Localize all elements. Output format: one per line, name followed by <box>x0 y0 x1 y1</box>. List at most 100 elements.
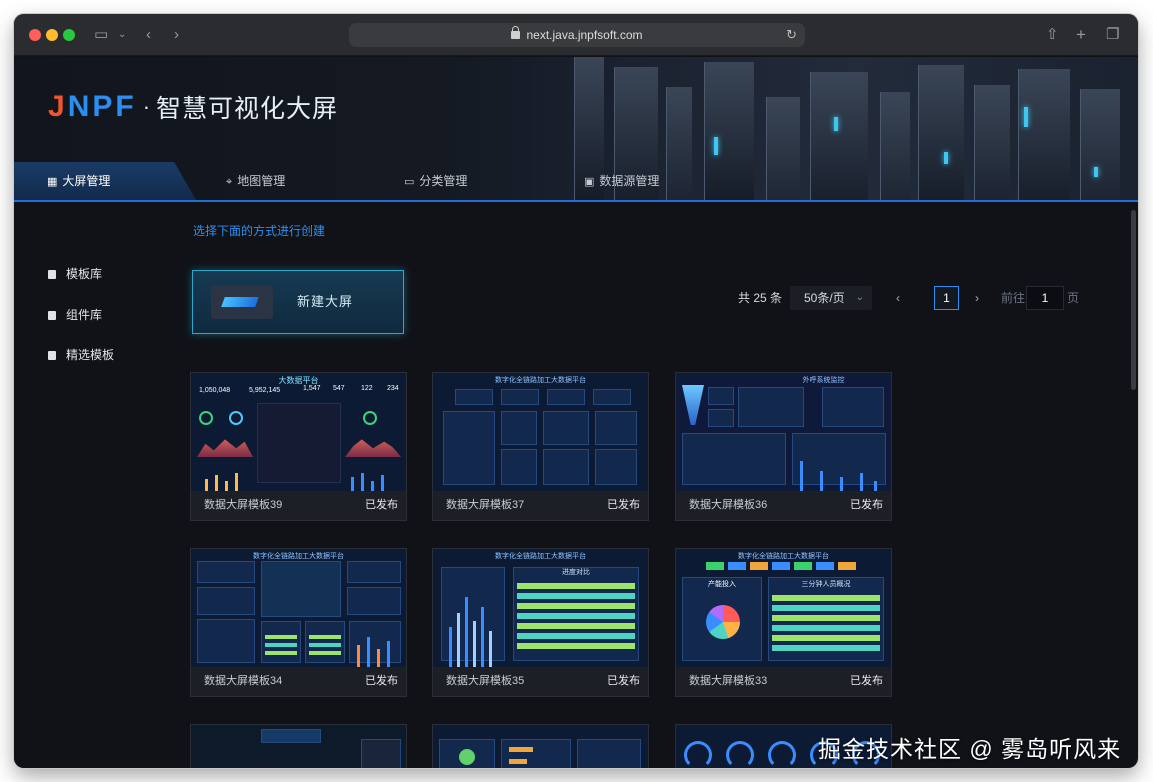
tab-datasource-management[interactable]: ▣ 数据源管理 <box>584 162 659 200</box>
bar-mark <box>465 597 468 667</box>
tab-map-management[interactable]: ⌖ 地图管理 <box>226 162 285 200</box>
template-thumbnail: 大数据平台 1,050,048 5,952,145 1,547 547 122 … <box>191 373 406 491</box>
template-thumbnail: 数字化全链路加工大数据平台 <box>191 549 406 667</box>
data-panel <box>261 621 301 663</box>
tab-screen-management[interactable]: ▦ 大屏管理 <box>14 162 196 200</box>
tab-category-management[interactable]: ▭ 分类管理 <box>404 162 467 200</box>
sidebar-item-featured-templates[interactable]: 精选模板 <box>48 347 114 363</box>
stripe-mark <box>772 625 880 631</box>
stripe-mark <box>772 635 880 641</box>
sidebar-item-label: 精选模板 <box>66 348 115 362</box>
sidebar-item-template-library[interactable]: 模板库 <box>48 266 102 282</box>
folder-icon: ▭ <box>404 176 415 188</box>
bar-mark <box>860 473 863 491</box>
chevron-down-icon: ⌄ <box>855 292 864 303</box>
stripe-mark <box>772 645 880 651</box>
status-badge: 已发布 <box>607 499 640 511</box>
goto-label: 前往 <box>1001 291 1026 305</box>
new-screen-label: 新建大屏 <box>297 294 354 309</box>
thumb-stat: 1,050,048 <box>199 387 231 394</box>
page-scrollbar[interactable] <box>1131 210 1136 390</box>
new-tab-icon[interactable]: + <box>1076 25 1086 45</box>
bar-mark <box>361 473 364 491</box>
data-panel <box>738 387 804 427</box>
status-badge: 已发布 <box>607 675 640 687</box>
template-card[interactable]: 数字化全链路加工大数据平台 产能投入 三分钟人员概况 数据大屏模板33 已发布 <box>675 548 892 697</box>
brand-logo: JNPF · 智慧可视化大屏 <box>48 89 338 125</box>
address-bar[interactable]: next.java.jnpfsoft.com ↻ <box>349 23 805 47</box>
template-card[interactable] <box>432 724 649 768</box>
next-page-button[interactable]: › <box>975 286 979 310</box>
template-card[interactable]: 数字化全链路加工大数据平台 数据大屏模板34 已发布 <box>190 548 407 697</box>
stripe-mark <box>517 583 635 589</box>
tab-label: 分类管理 <box>419 174 468 188</box>
clipboard-icon <box>48 270 56 279</box>
bar-mark <box>225 481 228 491</box>
stat-box <box>501 389 539 405</box>
stripe-mark <box>517 613 635 619</box>
stat-box <box>547 389 585 405</box>
legend-chip <box>750 562 768 570</box>
data-panel <box>361 739 401 768</box>
tab-label: 地图管理 <box>237 174 286 188</box>
template-card[interactable]: 数字化全链路加工大数据平台 数据大屏模板37 已发布 <box>432 372 649 521</box>
new-screen-button[interactable]: 新建大屏 <box>192 270 404 334</box>
back-arrow-icon[interactable]: ‹ <box>146 25 151 45</box>
lock-icon <box>511 26 521 39</box>
stripe-mark <box>309 635 341 639</box>
stripe-mark <box>517 643 635 649</box>
stripe-mark <box>265 643 297 647</box>
legend-chip <box>838 562 856 570</box>
watermark-text: 掘金技术社区 @ 雾岛听风来 <box>818 736 1122 762</box>
thumb-title: 大数据平台 <box>278 376 319 385</box>
template-card[interactable]: 数字化全链路加工大数据平台 进度对比 数据大屏模板35 已发布 <box>432 548 649 697</box>
template-thumbnail <box>191 725 406 768</box>
goto-page-input[interactable]: 1 <box>1026 286 1064 310</box>
data-panel <box>577 739 641 768</box>
data-panel <box>305 621 345 663</box>
database-icon: ▣ <box>584 176 595 188</box>
page-size-value: 50条/页 <box>804 291 845 305</box>
bar-mark <box>473 621 476 667</box>
share-icon[interactable]: ⇧ <box>1046 25 1059 45</box>
sidebar-item-component-library[interactable]: 组件库 <box>48 307 102 323</box>
template-card[interactable]: 大数据平台 1,050,048 5,952,145 1,547 547 122 … <box>190 372 407 521</box>
minimize-window-button[interactable] <box>46 29 58 41</box>
light-accent <box>1024 107 1028 127</box>
template-thumbnail: 数字化全链路加工大数据平台 <box>433 373 648 491</box>
forward-arrow-icon[interactable]: › <box>174 25 179 45</box>
donut-mark <box>199 411 213 425</box>
thumb-stat: 547 <box>333 385 345 392</box>
tab-overview-icon[interactable]: ❐ <box>1106 25 1119 45</box>
template-card[interactable]: 外呼系统监控 数据大屏模板36 已发布 <box>675 372 892 521</box>
prev-page-button[interactable]: ‹ <box>896 286 900 310</box>
template-thumbnail: 数字化全链路加工大数据平台 产能投入 三分钟人员概况 <box>676 549 891 667</box>
page-size-select[interactable]: 50条/页 ⌄ <box>790 286 872 310</box>
template-name: 数据大屏模板39 <box>204 499 283 511</box>
close-window-button[interactable] <box>29 29 41 41</box>
template-thumbnail: 外呼系统监控 <box>676 373 891 491</box>
bar-mark <box>351 477 354 491</box>
circle-mark <box>459 749 475 765</box>
thumb-title: 数字化全链路加工大数据平台 <box>495 377 586 384</box>
chevron-down-icon[interactable]: ⌄ <box>118 25 126 45</box>
logo-separator: · <box>142 94 151 119</box>
template-card[interactable] <box>190 724 407 768</box>
browser-toolbar: ▭ ⌄ ‹ › next.java.jnpfsoft.com ↻ ⇧ + ❐ <box>14 14 1138 56</box>
legend-chip <box>816 562 834 570</box>
top-nav-tabs: ▦ 大屏管理 ⌖ 地图管理 ▭ 分类管理 ▣ 数据源管理 <box>14 162 1138 202</box>
legend-chip <box>772 562 790 570</box>
bar-mark <box>381 475 384 491</box>
reload-icon[interactable]: ↻ <box>786 23 797 47</box>
zoom-window-button[interactable] <box>63 29 75 41</box>
stat-box <box>593 389 631 405</box>
bar-mark <box>449 627 452 667</box>
main-content: 选择下面的方式进行创建 新建大屏 共 25 条 50条/页 ⌄ ‹ 1 › 前往… <box>184 204 1138 768</box>
bar-mark <box>489 631 492 667</box>
stripe-mark <box>309 643 341 647</box>
bar-mark <box>377 649 380 667</box>
bar-mark <box>800 461 803 491</box>
page-number-current[interactable]: 1 <box>934 286 959 310</box>
map-panel <box>261 729 321 743</box>
sidebar-toggle-icon[interactable]: ▭ <box>94 25 108 45</box>
